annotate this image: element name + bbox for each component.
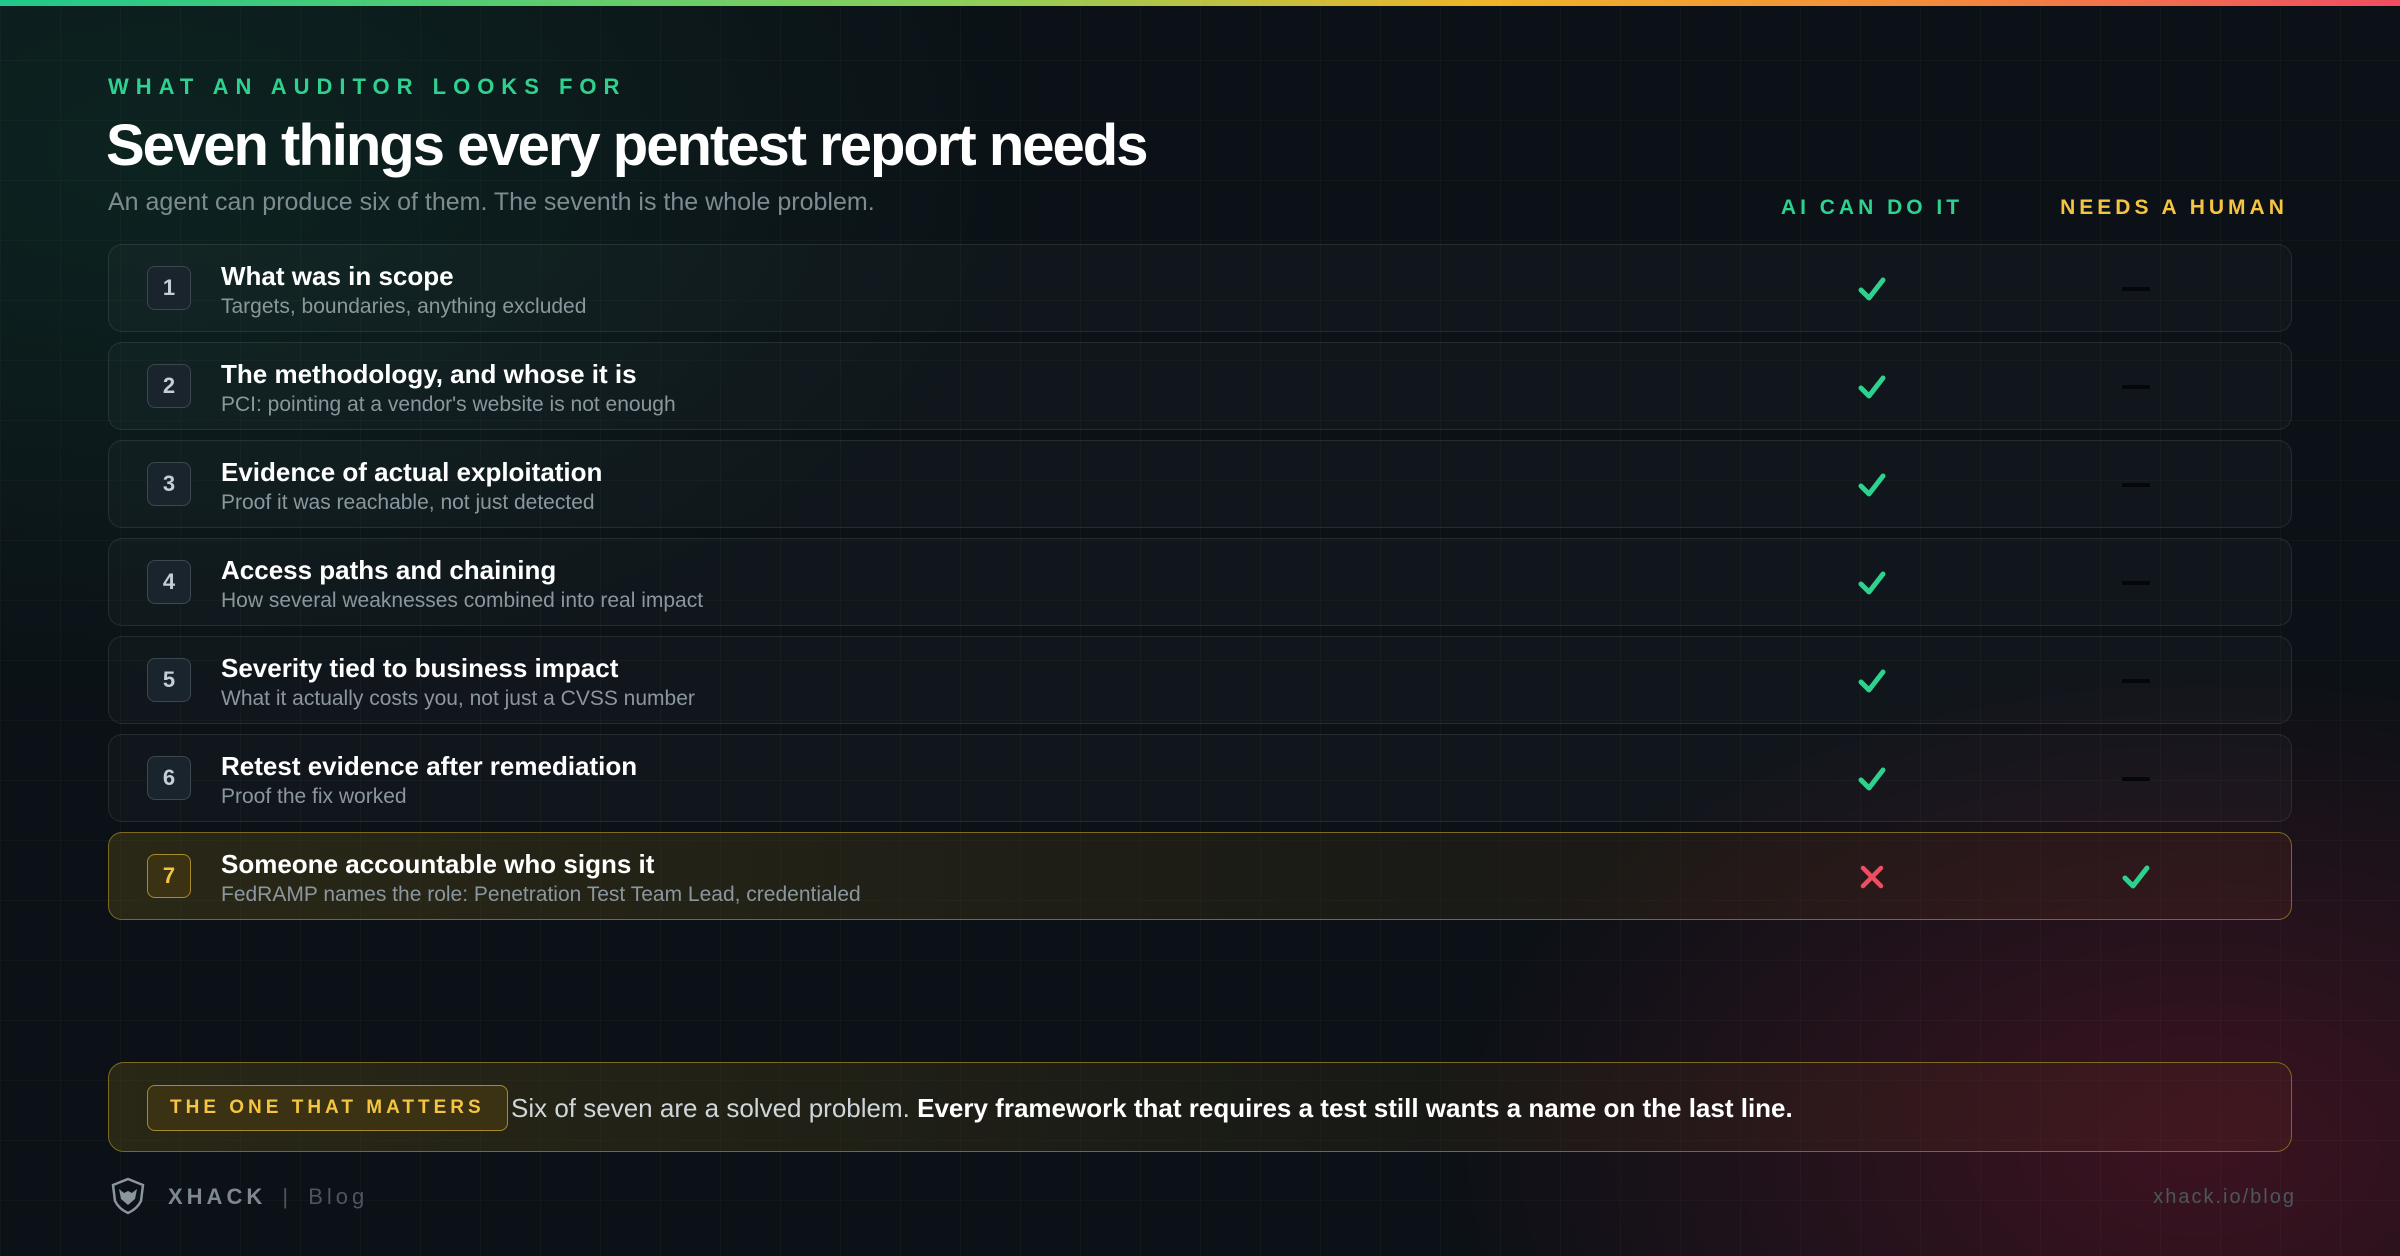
row-number-badge: 7 xyxy=(147,854,191,898)
footer-url: xhack.io/blog xyxy=(2153,1186,2296,1208)
row-number-badge: 2 xyxy=(147,364,191,408)
row-description: Proof the fix worked xyxy=(221,785,407,808)
table-row: 2 The methodology, and whose it is PCI: po… xyxy=(108,342,2292,430)
human-dash-icon xyxy=(2116,661,2156,701)
page-subtitle: An agent can produce six of them. The se… xyxy=(108,188,875,216)
table-row: 1 What was in scope Targets, boundaries, a… xyxy=(108,244,2292,332)
row-title: Retest evidence after remediation xyxy=(221,751,638,781)
row-description: What it actually costs you, not just a C… xyxy=(221,687,695,710)
human-dash-icon xyxy=(2116,269,2156,309)
ai-check-icon xyxy=(1852,759,1892,799)
ai-check-icon xyxy=(1852,269,1892,309)
table-row: 3 Evidence of actual exploitation Proof it… xyxy=(108,440,2292,528)
row-number-badge: 6 xyxy=(147,756,191,800)
row-title: Severity tied to business impact xyxy=(221,653,619,683)
footer-separator: | xyxy=(282,1184,293,1209)
human-dash-icon xyxy=(2116,465,2156,505)
table-row: 4 Access paths and chaining How several we… xyxy=(108,538,2292,626)
callout-plain-text: Six of seven are a solved problem. xyxy=(511,1093,910,1123)
row-title: The methodology, and whose it is xyxy=(221,359,637,389)
row-title: Someone accountable who signs it xyxy=(221,849,655,879)
human-dash-icon xyxy=(2116,759,2156,799)
row-description: Proof it was reachable, not just detecte… xyxy=(221,491,595,514)
ai-check-icon xyxy=(1852,563,1892,603)
row-number-badge: 5 xyxy=(147,658,191,702)
row-description: FedRAMP names the role: Penetration Test… xyxy=(221,883,861,906)
callout-text: Six of seven are a solved problem. Every… xyxy=(511,1093,1793,1124)
callout-box: THE ONE THAT MATTERS Six of seven are a … xyxy=(108,1062,2292,1152)
fox-shield-logo-icon xyxy=(111,1177,145,1215)
footer-section: Blog xyxy=(308,1184,369,1209)
ai-check-icon xyxy=(1852,661,1892,701)
ai-check-icon xyxy=(1852,367,1892,407)
column-header-ai: AI CAN DO IT xyxy=(1780,196,1964,219)
ai-cross-icon xyxy=(1852,857,1892,897)
row-number-badge: 4 xyxy=(147,560,191,604)
row-description: PCI: pointing at a vendor's website is n… xyxy=(221,393,676,416)
footer-brand-name: XHACK xyxy=(168,1184,267,1209)
page-title: Seven things every pentest report needs xyxy=(106,113,1148,178)
row-title: Access paths and chaining xyxy=(221,555,557,585)
callout-emphasis-text: Every framework that requires a test sti… xyxy=(917,1093,1793,1123)
kicker-label: WHAT AN AUDITOR LOOKS FOR xyxy=(108,74,627,99)
ai-check-icon xyxy=(1852,465,1892,505)
row-description: Targets, boundaries, anything excluded xyxy=(221,295,587,318)
row-number-badge: 3 xyxy=(147,462,191,506)
row-description: How several weaknesses combined into rea… xyxy=(221,589,704,612)
footer-brand: XHACK | Blog xyxy=(168,1184,368,1210)
row-title: What was in scope xyxy=(221,261,454,291)
table-row: 6 Retest evidence after remediation Proof … xyxy=(108,734,2292,822)
table-row: 5 Severity tied to business impact What it… xyxy=(108,636,2292,724)
column-header-human: NEEDS A HUMAN xyxy=(2060,196,2288,219)
table-row: 7 Someone accountable who signs it FedRAMP… xyxy=(108,832,2292,920)
checklist-table: 1 What was in scope Targets, boundaries, a… xyxy=(108,244,2292,930)
gradient-top-bar xyxy=(0,0,2400,6)
human-dash-icon xyxy=(2116,367,2156,407)
row-title: Evidence of actual exploitation xyxy=(221,457,603,487)
human-check-icon xyxy=(2116,857,2156,897)
human-dash-icon xyxy=(2116,563,2156,603)
callout-badge: THE ONE THAT MATTERS xyxy=(147,1085,508,1131)
row-number-badge: 1 xyxy=(147,266,191,310)
